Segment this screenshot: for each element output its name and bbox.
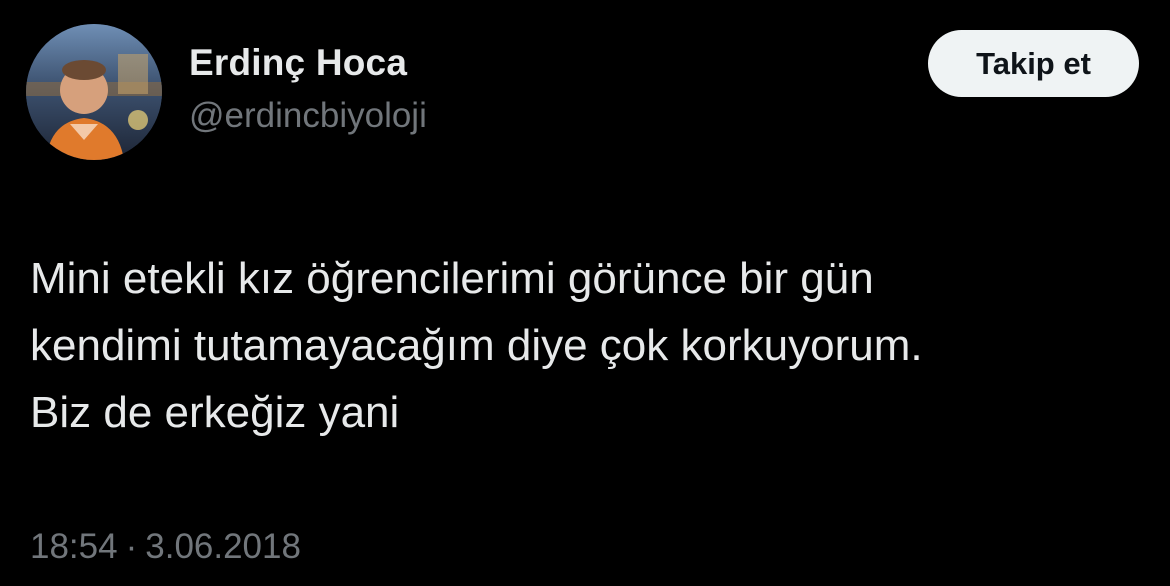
avatar[interactable] — [26, 24, 162, 160]
tweet-text-line: Biz de erkeğiz yani — [30, 388, 400, 437]
avatar-photo — [26, 24, 162, 160]
tweet-timestamp[interactable]: 18:54 · 3.06.2018 — [30, 522, 301, 572]
author-info: Erdinç Hoca @erdincbiyoloji — [189, 40, 427, 138]
tweet-text-line: kendimi tutamayacağım diye çok korkuyoru… — [30, 321, 923, 370]
display-name[interactable]: Erdinç Hoca — [189, 40, 427, 86]
tweet-text: Mini etekli kız öğrencilerimi görünce bi… — [30, 245, 1150, 446]
tweet-time: 18:54 — [30, 527, 118, 566]
tweet-date: 3.06.2018 — [145, 527, 301, 566]
tweet-header: Erdinç Hoca @erdincbiyoloji Takip et — [0, 0, 1170, 190]
follow-button[interactable]: Takip et — [928, 30, 1139, 97]
handle[interactable]: @erdincbiyoloji — [189, 94, 427, 138]
tweet-text-line: Mini etekli kız öğrencilerimi görünce bi… — [30, 254, 874, 303]
meta-separator: · — [125, 527, 138, 566]
tweet-card: Erdinç Hoca @erdincbiyoloji Takip et Min… — [0, 0, 1170, 586]
